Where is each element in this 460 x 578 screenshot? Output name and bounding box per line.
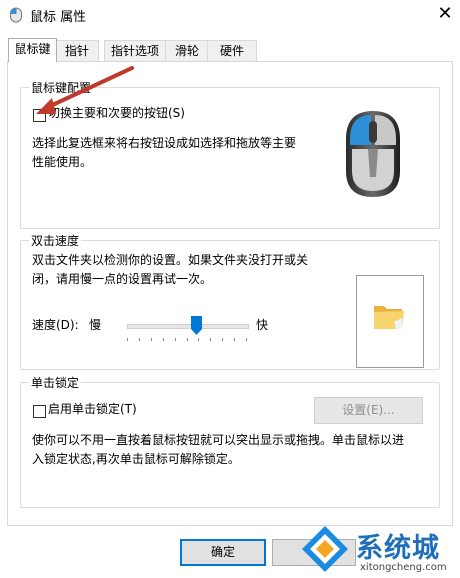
folder-icon[interactable]: [372, 300, 406, 332]
watermark: 系统城 xitongcheng.com: [300, 522, 460, 578]
tab-pointers[interactable]: 指针: [55, 40, 99, 61]
speed-label: 速度(D):: [32, 318, 79, 332]
watermark-logo-icon: [302, 526, 348, 572]
slider-tick: [127, 338, 128, 341]
slider-tick: [222, 338, 224, 341]
click-lock-label[interactable]: 启用单击锁定(T): [48, 400, 137, 419]
watermark-url: xitongcheng.com: [360, 562, 447, 573]
swap-description-line2: 性能使用。: [32, 155, 93, 169]
watermark-brand: 系统城: [356, 533, 440, 564]
click-lock-description-line1: 使你可以不用一直按着鼠标按钮就可以突出显示或拖拽。单击鼠标以进: [32, 433, 405, 447]
annotation-arrow-icon: [36, 66, 134, 114]
slider-tick: [198, 338, 200, 341]
speed-slider-track[interactable]: [127, 324, 249, 329]
click-lock-checkbox[interactable]: [33, 405, 46, 418]
tab-mouse-buttons[interactable]: 鼠标键: [8, 38, 57, 62]
slow-label: 慢: [89, 318, 102, 332]
tab-pointer-options[interactable]: 指针选项: [104, 40, 166, 61]
speed-slider-ticks: [127, 338, 247, 342]
group-title: 双击速度: [29, 232, 82, 249]
tab-hardware[interactable]: 硬件: [207, 40, 257, 61]
slider-tick: [234, 338, 236, 341]
window-title: 鼠标 属性: [30, 10, 87, 25]
close-button[interactable]: ✕: [430, 0, 460, 30]
double-click-description-line2: 闭，请用慢一点的设置再试一次。: [32, 272, 213, 286]
mouse-icon: [10, 7, 22, 23]
ok-button[interactable]: 确定: [180, 539, 266, 566]
slider-tick: [186, 338, 188, 341]
mouse-illustration-icon: [346, 111, 400, 197]
fast-label: 快: [256, 318, 269, 332]
tab-wheel[interactable]: 滑轮: [165, 40, 209, 61]
speed-slider-thumb[interactable]: [191, 316, 203, 335]
slider-tick: [138, 338, 140, 341]
slider-tick: [246, 338, 247, 341]
click-lock-settings-button[interactable]: 设置(E)...: [314, 397, 423, 424]
slider-tick: [150, 338, 152, 341]
test-folder-box[interactable]: [356, 275, 424, 368]
swap-description-line1: 选择此复选框来将右按钮设成如选择和拖放等主要: [32, 136, 297, 150]
group-title: 单击锁定: [29, 374, 82, 391]
slider-tick: [210, 338, 212, 341]
double-click-description-line1: 双击文件夹以检测你的设置。如果文件夹没打开或关: [32, 253, 309, 267]
slider-tick: [174, 338, 176, 341]
title-bar: 鼠标 属性 ✕: [0, 0, 460, 30]
slider-tick: [162, 338, 164, 341]
click-lock-description-line2: 入锁定状态,再次单击鼠标可解除锁定。: [32, 452, 240, 466]
